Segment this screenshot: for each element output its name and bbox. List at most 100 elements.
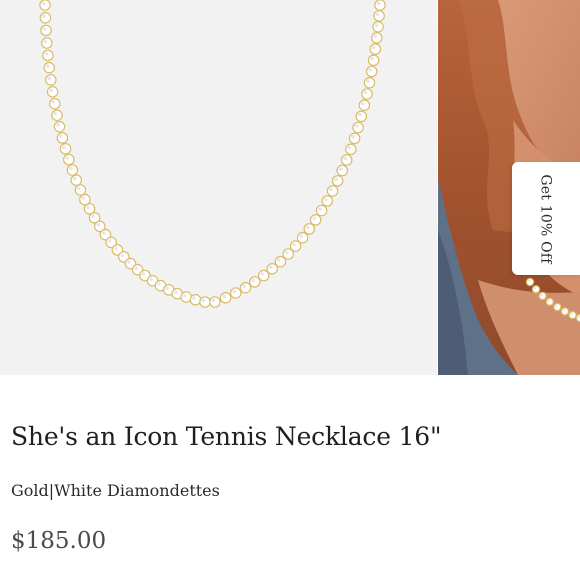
necklace-stone (336, 164, 349, 177)
stone-facet (232, 289, 236, 294)
product-page: Get 10% Off She's an Icon Tennis Necklac… (0, 0, 580, 580)
stone-facet (86, 205, 90, 210)
necklace-stone (51, 109, 63, 122)
necklace-stone (39, 0, 51, 11)
stone-facet (305, 225, 310, 230)
necklace-stone (309, 214, 322, 226)
stone-facet (42, 27, 47, 31)
necklace-stone (209, 296, 221, 308)
necklace-stone (239, 281, 252, 294)
necklace-stone (352, 121, 364, 134)
stone-facet (43, 39, 48, 44)
necklace-stone (43, 61, 55, 74)
stone-facet (347, 145, 352, 150)
necklace-stone (44, 74, 57, 86)
stone-facet (368, 68, 372, 72)
stone-facet (120, 253, 124, 258)
necklace-stone (568, 310, 577, 320)
stone-facet (65, 156, 69, 160)
necklace-stone (545, 297, 555, 306)
stone-facet (527, 279, 531, 283)
product-price: $185.00 (11, 528, 107, 554)
stone-facet (339, 167, 343, 171)
stone-facet (343, 156, 348, 161)
stone-facet (366, 79, 370, 83)
necklace-stone (363, 77, 376, 89)
stone-facet (107, 239, 112, 243)
necklace-stone (249, 276, 261, 288)
stone-facet (49, 88, 53, 93)
stone-facet (114, 246, 118, 251)
stone-facet (363, 90, 368, 95)
necklace-main-image[interactable] (0, 0, 437, 375)
product-title: She's an Icon Tennis Necklace 16" (11, 422, 442, 451)
stone-facet (312, 216, 316, 221)
stone-facet (372, 45, 376, 50)
stone-facet (182, 293, 187, 298)
necklace-stone (355, 110, 368, 123)
stone-facet (251, 278, 255, 283)
necklace-stone (229, 287, 242, 299)
get-discount-tab[interactable]: Get 10% Off (512, 162, 580, 275)
stone-facet (375, 12, 380, 17)
necklace-stone (303, 223, 316, 235)
stone-facet (361, 101, 365, 106)
necklace-stone (553, 302, 562, 312)
necklace-stone (40, 24, 52, 37)
necklace-stone (321, 195, 334, 207)
necklace-stone (315, 204, 328, 217)
necklace-stone (199, 296, 211, 308)
stone-facet (284, 250, 289, 255)
necklace-stone (331, 175, 344, 187)
stone-facet (134, 266, 138, 271)
stone-facet (242, 284, 246, 288)
necklace-stone (282, 248, 294, 260)
stone-facet (222, 294, 226, 299)
necklace-stone (59, 143, 72, 155)
necklace-stone (367, 54, 380, 67)
product-image-gallery[interactable]: Get 10% Off (0, 0, 580, 375)
necklace-stone (74, 184, 87, 196)
necklace-stone (40, 37, 53, 49)
necklace-stone (48, 97, 61, 110)
stone-facet (59, 134, 63, 139)
stone-facet (533, 287, 537, 290)
stone-facet (354, 124, 359, 128)
necklace-stone (39, 11, 52, 24)
stone-facet (47, 76, 51, 81)
necklace-stone (372, 20, 384, 33)
necklace-illustration (0, 0, 437, 375)
necklace-stone (53, 120, 66, 133)
necklace-stone (344, 143, 357, 156)
necklace-stone (42, 49, 54, 62)
stone-facet (62, 145, 66, 150)
stone-facet (547, 299, 550, 303)
stone-facet (554, 304, 558, 308)
necklace-stone (365, 65, 378, 78)
necklace-stone (361, 88, 373, 100)
necklace-stone (56, 132, 69, 144)
necklace-stone (560, 307, 570, 316)
stone-facet (44, 52, 49, 56)
necklace-stone (358, 99, 371, 111)
stone-facet (77, 186, 81, 191)
necklace-stone (70, 174, 83, 186)
stone-facet (329, 187, 333, 192)
necklace-stone (373, 10, 385, 22)
necklace-stone (370, 32, 383, 44)
stone-facet (174, 290, 178, 295)
stone-facet (211, 298, 216, 303)
necklace-stone (63, 153, 75, 166)
stone-facet (562, 309, 566, 312)
stone-facet (41, 1, 46, 6)
stone-facet (292, 242, 296, 247)
stone-facet (376, 1, 381, 6)
necklace-stone (538, 291, 547, 301)
stone-facet (91, 214, 95, 218)
stone-facet (540, 293, 543, 297)
necklace-stone (326, 185, 339, 197)
stone-facet (373, 34, 378, 39)
stone-facet (318, 207, 322, 211)
stone-facet (192, 296, 196, 301)
stone-facet (201, 298, 206, 303)
